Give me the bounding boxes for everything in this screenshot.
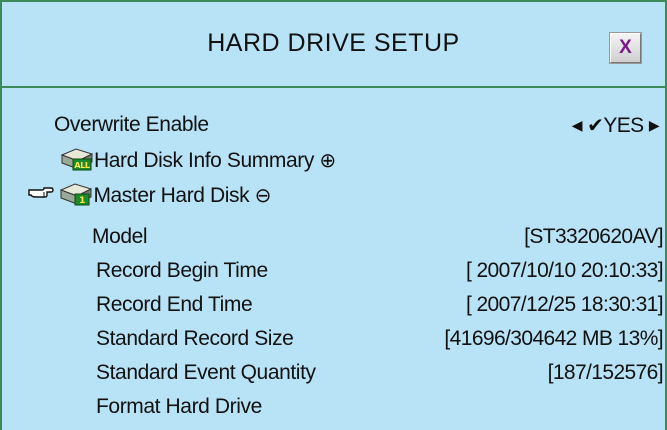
expand-icon[interactable]: ⊕ bbox=[319, 150, 336, 172]
master-hard-disk-item[interactable]: 1 Master Hard Disk ⊖ bbox=[28, 180, 271, 209]
record-end-time-label: Record End Time bbox=[96, 293, 253, 316]
close-button[interactable]: X bbox=[609, 32, 642, 64]
pointing-hand-icon bbox=[28, 180, 54, 198]
standard-record-size-label: Standard Record Size bbox=[96, 327, 294, 350]
model-label: Model bbox=[92, 225, 148, 248]
hard-disk-icon: ALL bbox=[60, 146, 94, 172]
window-title: HARD DRIVE SETUP bbox=[207, 29, 460, 57]
hard-disk-icon-text: ALL bbox=[74, 161, 89, 170]
overwrite-enable-selector[interactable]: ◀ ✔YES ▶ bbox=[572, 112, 660, 139]
hard-disk-info-summary-item[interactable]: ALL Hard Disk Info Summary ⊕ bbox=[60, 146, 336, 174]
check-icon: ✔ bbox=[587, 115, 604, 137]
master-hard-disk-icon-text: 1 bbox=[80, 196, 86, 206]
standard-record-size-value: [41696/304642 MB 13%] bbox=[444, 327, 663, 350]
model-value: [ST3320620AV] bbox=[524, 225, 664, 248]
title-bar: HARD DRIVE SETUP X bbox=[2, 2, 665, 88]
record-begin-time-label: Record Begin Time bbox=[96, 259, 268, 282]
hard-drive-setup-window: HARD DRIVE SETUP X Overwrite Enable ◀ ✔Y… bbox=[0, 0, 667, 430]
record-end-time-value: [ 2007/12/25 18:30:31] bbox=[466, 293, 664, 316]
master-hard-disk-icon: 1 bbox=[59, 181, 93, 207]
overwrite-enable-label: Overwrite Enable bbox=[54, 113, 209, 136]
arrow-right-icon[interactable]: ▶ bbox=[649, 117, 660, 133]
format-hard-drive-item[interactable]: Format Hard Drive bbox=[96, 394, 262, 420]
overwrite-enable-value: YES bbox=[603, 114, 644, 137]
standard-event-quantity-label: Standard Event Quantity bbox=[96, 361, 316, 384]
collapse-icon[interactable]: ⊖ bbox=[255, 185, 272, 207]
master-hard-disk-label: Master Hard Disk bbox=[93, 184, 250, 207]
standard-event-quantity-value: [187/152576] bbox=[547, 361, 664, 384]
hard-disk-info-summary-label: Hard Disk Info Summary bbox=[94, 149, 314, 172]
record-begin-time-value: [ 2007/10/10 20:10:33] bbox=[466, 259, 664, 282]
arrow-left-icon[interactable]: ◀ bbox=[572, 117, 583, 133]
